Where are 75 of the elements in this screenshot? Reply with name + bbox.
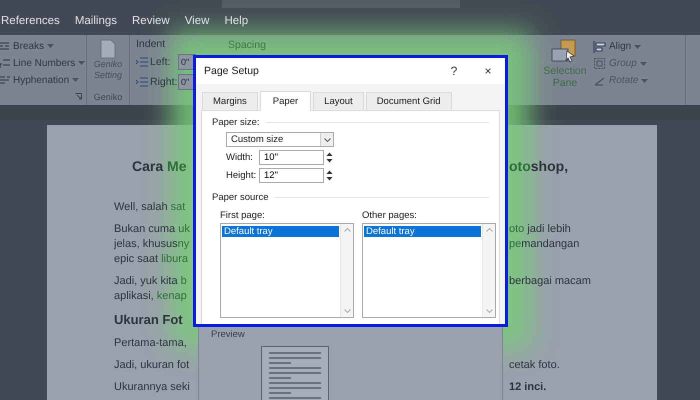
ribbon-button[interactable]: Align [593, 40, 685, 53]
chevron-down-icon [486, 309, 492, 313]
spin-arrows-icon[interactable] [326, 151, 333, 164]
paragraph-text: 12 inci. [509, 380, 546, 395]
dialog-tab[interactable]: Layout [313, 92, 364, 110]
list-label: Other pages: [362, 210, 418, 221]
indent-icon [136, 77, 148, 87]
caret-icon [634, 44, 642, 48]
field-label: Width: [226, 152, 254, 163]
caret-icon [641, 78, 648, 82]
paragraph-text: jelas, khususny [114, 237, 190, 252]
numbered-lines-icon [0, 57, 10, 69]
field-label: Height: [226, 170, 258, 181]
indent-icon [136, 57, 148, 67]
group-icon [593, 57, 606, 70]
scrollbar[interactable] [340, 224, 353, 317]
group-heading: Indent [136, 38, 166, 50]
close-button[interactable]: × [471, 64, 505, 78]
spin-arrows-icon[interactable] [326, 169, 333, 182]
paragraph-text: Bukan cuma uk [114, 222, 190, 237]
paragraph-text: Jadi, yuk kita b [114, 274, 187, 289]
chevron-up-icon [344, 228, 350, 232]
spin-field[interactable]: 10" [259, 150, 324, 165]
menu-tab[interactable]: Mailings [74, 15, 117, 27]
paragraph-text: cetak foto. [509, 358, 560, 373]
list-label: First page: [220, 210, 266, 221]
dialog-tab[interactable]: Paper [260, 91, 312, 111]
ribbon-button[interactable]: Breaks [0, 40, 86, 52]
menu-tab[interactable]: View [184, 15, 210, 27]
paragraph-text: Ukuran Fot [114, 311, 183, 329]
paragraph-text: berbagai macam [509, 274, 591, 289]
paragraph-text: Pertama-tama, [114, 336, 187, 351]
align-icon [593, 40, 606, 53]
field-label: Left: [150, 56, 172, 68]
menu-tab[interactable]: Review [132, 15, 170, 27]
paragraph-text: pemandangan [509, 237, 580, 252]
ribbon-button[interactable]: Hyphenation [0, 74, 86, 86]
help-button[interactable]: ? [437, 64, 471, 78]
list-item[interactable]: Default tray [364, 226, 481, 237]
dialog-launcher-icon[interactable] [75, 93, 82, 100]
group-label: Geniko [94, 92, 122, 102]
page-preview-drawing [261, 346, 329, 400]
menu-tab[interactable]: Help [224, 15, 248, 27]
text-lines-icon [0, 74, 10, 86]
section-label: Preview [211, 329, 245, 340]
chevron-down-icon [324, 138, 330, 142]
document-icon [100, 39, 116, 59]
paragraph-text: oto jadi lebih [509, 222, 571, 237]
paragraph-text: aplikasi, kenap [114, 289, 187, 304]
menu-tab[interactable]: References [1, 15, 60, 27]
section-label: Paper size: [212, 117, 260, 128]
dialog-title: Page Setup [204, 65, 260, 77]
paper-size-dropdown[interactable]: Custom size [226, 132, 334, 147]
field-label: Right: [150, 76, 176, 88]
paragraph-text: epic saat libura [114, 252, 188, 267]
paragraph-text: Cara Me [132, 157, 186, 175]
section-label: Paper source [212, 192, 269, 203]
spin-field[interactable]: 12" [259, 168, 324, 183]
caret-icon [640, 62, 647, 66]
page-break-icon [0, 40, 10, 52]
paragraph-text: Ukurannya seki [114, 380, 190, 395]
dialog-tab[interactable]: Margins [202, 92, 258, 110]
caret-icon [72, 78, 80, 82]
caret-icon [47, 44, 54, 48]
group-heading: Spacing [228, 39, 266, 51]
chevron-down-icon [344, 309, 350, 313]
caret-icon [78, 61, 86, 65]
paragraph-text: Well, salah sat [114, 200, 186, 215]
dialog-tab[interactable]: Document Grid [366, 92, 452, 110]
list-item[interactable]: Default tray [222, 226, 339, 237]
scrollbar[interactable] [482, 224, 495, 317]
paragraph-text: Jadi, ukuran fot [114, 358, 190, 373]
chevron-up-icon [486, 228, 492, 232]
paragraph-text: otoshop, [509, 157, 568, 175]
ribbon-button[interactable]: Line Numbers [0, 57, 86, 69]
